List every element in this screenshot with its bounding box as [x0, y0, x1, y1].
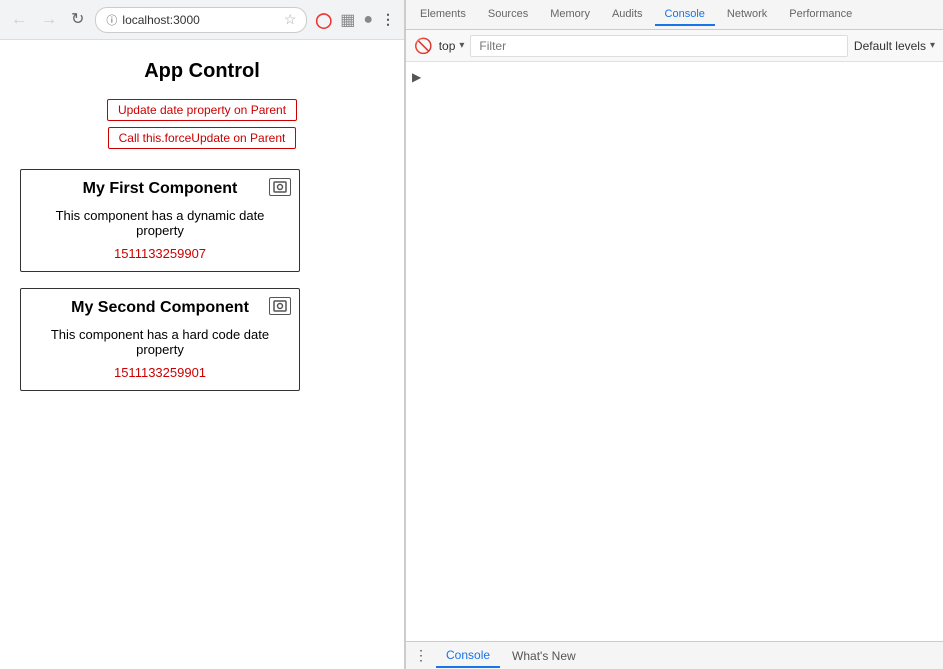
devtools-toolbar: 🚫 top ▾ Default levels ▾: [406, 30, 943, 62]
extension-icon: ▦: [340, 10, 355, 30]
clear-console-button[interactable]: 🚫: [414, 37, 433, 55]
screenshot-icon-1: [269, 178, 291, 196]
bottom-tab-console[interactable]: Console: [436, 644, 500, 668]
second-component-card: My Second Component This component has a…: [20, 288, 300, 391]
screenshot-icon-2: [269, 297, 291, 315]
first-component-value: 1511133259907: [31, 246, 289, 261]
tab-memory[interactable]: Memory: [540, 4, 600, 26]
back-button[interactable]: ←: [8, 12, 30, 28]
tab-elements[interactable]: Elements: [410, 4, 476, 26]
filter-input[interactable]: [470, 35, 848, 57]
devtools-tabs: Elements Sources Memory Audits Console N…: [406, 0, 943, 30]
context-label: top: [439, 39, 456, 53]
levels-dropdown-arrow: ▾: [930, 40, 935, 51]
address-bar[interactable]: ⓘ localhost:3000 ☆: [95, 7, 307, 33]
lock-icon: ⓘ: [106, 12, 117, 28]
browser-chrome: ← → ↻ ⓘ localhost:3000 ☆ ◯ ▦ ● ⋮: [0, 0, 404, 40]
devtools-content: ▶: [406, 62, 943, 641]
tab-network[interactable]: Network: [717, 4, 777, 26]
address-text: localhost:3000: [122, 13, 278, 27]
first-component-title: My First Component: [31, 180, 289, 198]
context-dropdown-arrow: ▾: [459, 40, 464, 51]
second-component-title: My Second Component: [31, 299, 289, 317]
force-update-button[interactable]: Call this.forceUpdate on Parent: [108, 127, 297, 149]
context-dropdown[interactable]: top ▾: [439, 39, 465, 53]
first-component-description: This component has a dynamic date proper…: [31, 208, 289, 238]
expand-arrow[interactable]: ▶: [412, 70, 421, 84]
devtools-panel: Elements Sources Memory Audits Console N…: [405, 0, 943, 669]
browser-panel: ← → ↻ ⓘ localhost:3000 ☆ ◯ ▦ ● ⋮ App Con…: [0, 0, 405, 669]
github-icon: ●: [363, 11, 373, 29]
second-component-value: 1511133259901: [31, 365, 289, 380]
first-component-card: My First Component This component has a …: [20, 169, 300, 272]
action-buttons: Update date property on Parent Call this…: [20, 99, 384, 149]
page-content: App Control Update date property on Pare…: [0, 40, 404, 669]
reload-button[interactable]: ↻: [68, 12, 87, 28]
tab-sources[interactable]: Sources: [478, 4, 538, 26]
second-component-description: This component has a hard code date prop…: [31, 327, 289, 357]
tab-performance[interactable]: Performance: [779, 4, 862, 26]
levels-dropdown[interactable]: Default levels ▾: [854, 39, 935, 53]
forward-button[interactable]: →: [38, 12, 60, 28]
opera-icon: ◯: [315, 11, 332, 29]
more-vert-button[interactable]: ⋮: [414, 647, 428, 664]
tab-audits[interactable]: Audits: [602, 4, 653, 26]
star-icon: ☆: [284, 11, 297, 28]
more-button[interactable]: ⋮: [381, 11, 396, 28]
bottom-tab-whats-new[interactable]: What's New: [502, 645, 586, 667]
devtools-bottom-bar: ⋮ Console What's New: [406, 641, 943, 669]
tab-console[interactable]: Console: [655, 4, 715, 26]
levels-label: Default levels: [854, 39, 926, 53]
update-date-button[interactable]: Update date property on Parent: [107, 99, 297, 121]
app-title: App Control: [20, 60, 384, 83]
